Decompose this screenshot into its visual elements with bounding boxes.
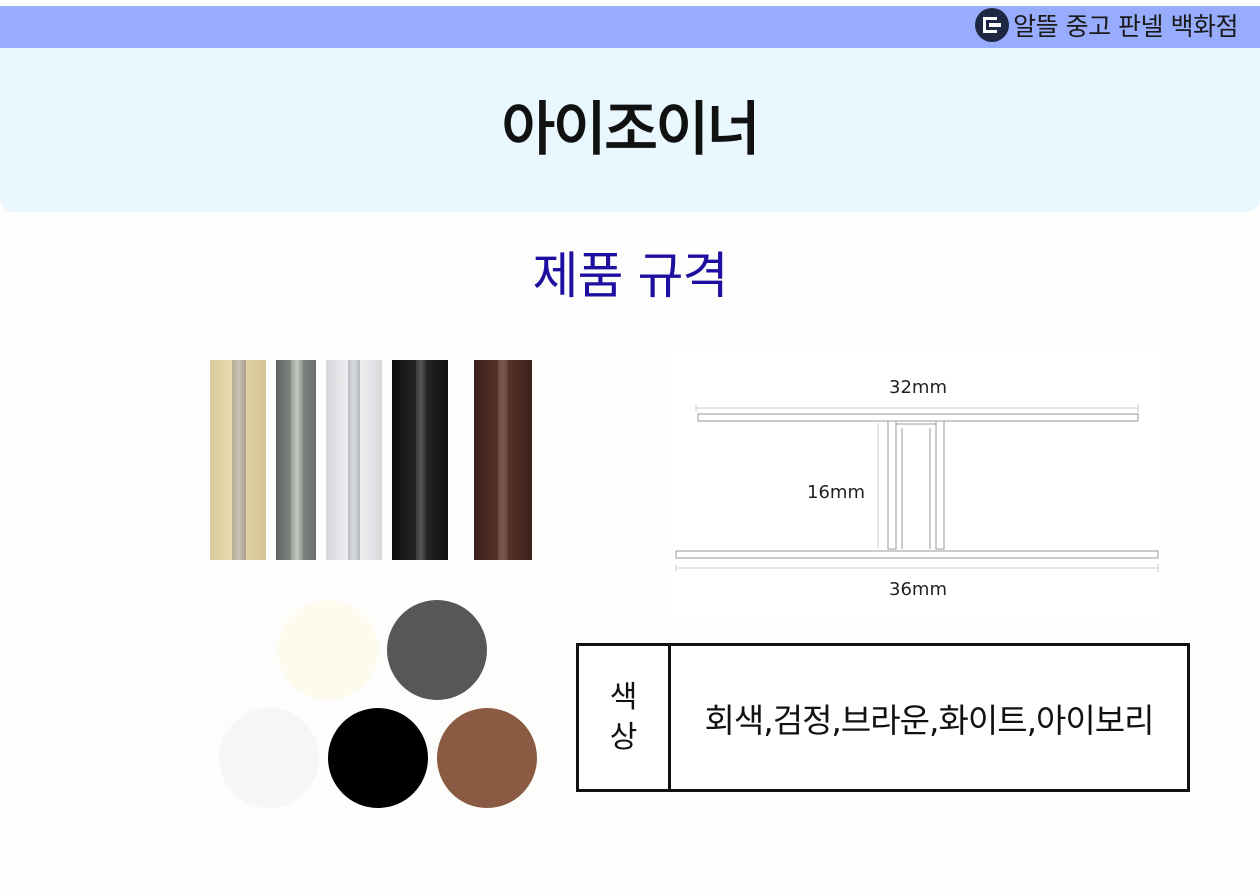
dimension-top-width: 32mm (889, 377, 947, 398)
spec-value: 회색,검정,브라운,화이트,아이보리 (704, 700, 1155, 740)
spec-label-line1: 색 (609, 679, 638, 715)
spec-label-line2: 상 (609, 719, 638, 755)
page-title: 아이조이너 (501, 95, 761, 163)
brand-name: 알뜰 중고 판넬 백화점 (1013, 12, 1238, 41)
spec-label: 색 상 (579, 646, 671, 789)
product-bar-black (392, 360, 448, 560)
dimension-diagram: 32mm 16mm 36mm (666, 348, 1166, 616)
product-bar-white (326, 360, 382, 560)
section-title: 제품 규격 (532, 247, 729, 305)
dimension-bottom-width: 36mm (889, 579, 947, 600)
shop-logo-icon (975, 8, 1010, 42)
swatch-gray (387, 600, 487, 700)
dimension-height: 16mm (807, 482, 865, 503)
product-bar-brown (474, 360, 532, 560)
swatch-white (219, 708, 319, 808)
swatch-brown (437, 708, 537, 808)
swatch-black (328, 708, 428, 808)
product-photo (208, 358, 538, 560)
profile-drawing: 32mm 16mm 36mm (675, 377, 1159, 600)
spec-table: 색 상 회색,검정,브라운,화이트,아이보리 (576, 643, 1190, 792)
swatch-ivory (278, 600, 378, 700)
product-bar-gray (276, 360, 316, 560)
brand: 알뜰 중고 판넬 백화점 (975, 8, 1238, 42)
product-bar-ivory (210, 360, 266, 560)
